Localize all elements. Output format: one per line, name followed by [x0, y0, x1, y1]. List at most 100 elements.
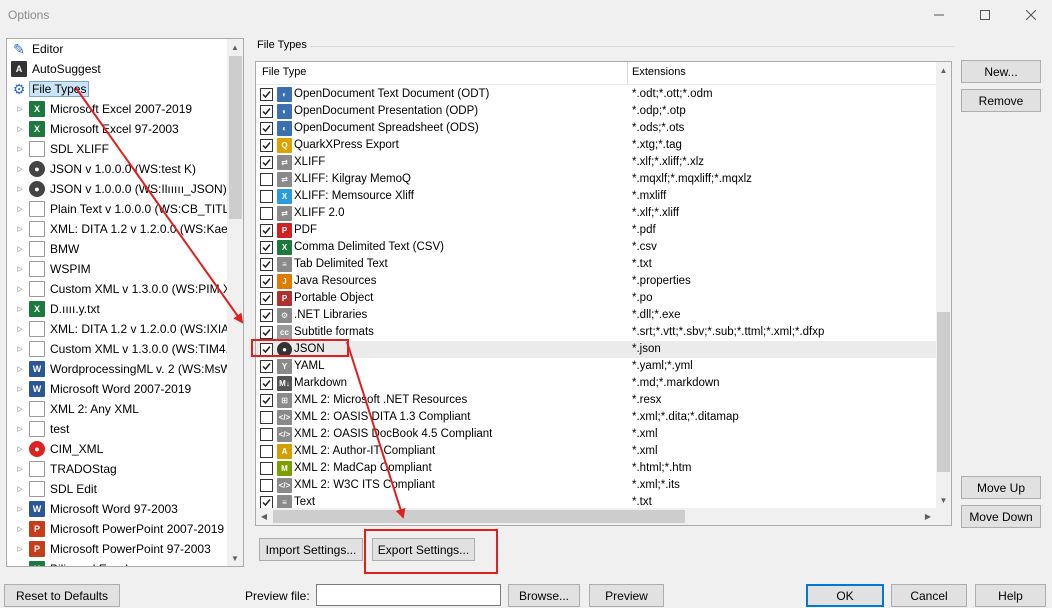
- expand-arrow-icon[interactable]: ▷: [15, 225, 25, 233]
- scroll-left-arrow-icon[interactable]: ◀: [256, 508, 272, 524]
- expand-arrow-icon[interactable]: ▷: [15, 145, 25, 153]
- expand-arrow-icon[interactable]: ▷: [15, 125, 25, 133]
- expand-arrow-icon[interactable]: ▷: [15, 325, 25, 333]
- file-type-checkbox[interactable]: [260, 377, 273, 390]
- expand-arrow-icon[interactable]: ▷: [15, 265, 25, 273]
- tree-item[interactable]: ▷ X Microsoft Excel 2007-2019: [7, 99, 192, 119]
- file-type-checkbox[interactable]: [260, 479, 273, 492]
- tree-item[interactable]: ▷ X D.ıııı.y.txt: [7, 299, 100, 319]
- tree-item[interactable]: ▷ X Microsoft Excel 97-2003: [7, 119, 179, 139]
- file-type-checkbox[interactable]: [260, 309, 273, 322]
- import-settings-button[interactable]: Import Settings...: [259, 538, 363, 561]
- tree-item[interactable]: ▷ P Microsoft PowerPoint 97-2003: [7, 539, 211, 559]
- cancel-button[interactable]: Cancel: [891, 584, 967, 607]
- move-down-button[interactable]: Move Down: [961, 505, 1041, 528]
- file-type-row[interactable]: ⊞ XML 2: Microsoft .NET Resources *.resx: [256, 392, 936, 409]
- tree-item[interactable]: ▷ ● JSON v 1.0.0.0 (WS:Ilııııı_JSON): [7, 179, 227, 199]
- file-type-row[interactable]: M XML 2: MadCap Compliant *.html;*.htm: [256, 460, 936, 477]
- tree-item[interactable]: ▷ W Microsoft Word 2007-2019: [7, 379, 191, 399]
- file-type-checkbox[interactable]: [260, 241, 273, 254]
- expand-arrow-icon[interactable]: ▷: [15, 165, 25, 173]
- file-type-checkbox[interactable]: [260, 428, 273, 441]
- move-up-button[interactable]: Move Up: [961, 476, 1041, 499]
- scroll-up-arrow-icon[interactable]: ▲: [936, 62, 951, 78]
- tree-item[interactable]: ▷ ● JSON v 1.0.0.0 (WS:test K): [7, 159, 196, 179]
- minimize-button[interactable]: [916, 0, 962, 30]
- close-button[interactable]: [1008, 0, 1052, 30]
- file-type-checkbox[interactable]: [260, 292, 273, 305]
- file-type-row[interactable]: ⇄ XLIFF: Kilgray MemoQ *.mqxlf;*.mqxliff;*…: [256, 171, 936, 188]
- tree-item[interactable]: ▷ WSPIM: [7, 259, 91, 279]
- file-type-checkbox[interactable]: [260, 462, 273, 475]
- tree-item[interactable]: ▷ P Microsoft PowerPoint 2007-2019: [7, 519, 224, 539]
- expand-arrow-icon[interactable]: ▷: [15, 405, 25, 413]
- expand-arrow-icon[interactable]: ▷: [15, 565, 25, 566]
- file-type-checkbox[interactable]: [260, 190, 273, 203]
- file-type-row[interactable]: X Comma Delimited Text (CSV) *.csv: [256, 239, 936, 256]
- browse-button[interactable]: Browse...: [508, 584, 580, 607]
- file-type-checkbox[interactable]: [260, 411, 273, 424]
- file-type-row[interactable]: ⚙ .NET Libraries *.dll;*.exe: [256, 307, 936, 324]
- tree-item[interactable]: ▷ TRADOStag: [7, 459, 117, 479]
- tree-item[interactable]: ▷ Custom XML v 1.3.0.0 (WS:TIM4.1): [7, 339, 240, 359]
- expand-arrow-icon[interactable]: ▷: [15, 185, 25, 193]
- expand-arrow-icon[interactable]: ▷: [15, 445, 25, 453]
- file-type-row[interactable]: P PDF *.pdf: [256, 222, 936, 239]
- expand-arrow-icon[interactable]: ▷: [15, 365, 25, 373]
- file-type-checkbox[interactable]: [260, 207, 273, 220]
- file-type-checkbox[interactable]: [260, 224, 273, 237]
- tree-item[interactable]: ⚙ File Types: [7, 79, 90, 99]
- file-type-row[interactable]: </> XML 2: OASIS DITA 1.3 Compliant *.xml;…: [256, 409, 936, 426]
- file-type-row[interactable]: Y YAML *.yaml;*.yml: [256, 358, 936, 375]
- file-type-row[interactable]: X XLIFF: Memsource Xliff *.mxliff: [256, 188, 936, 205]
- preview-file-input[interactable]: [316, 584, 501, 606]
- expand-arrow-icon[interactable]: ▷: [15, 245, 25, 253]
- expand-arrow-icon[interactable]: ▷: [15, 465, 25, 473]
- file-type-checkbox[interactable]: [260, 173, 273, 186]
- file-type-checkbox[interactable]: [260, 139, 273, 152]
- tree-item[interactable]: ▷ SDL XLIFF: [7, 139, 109, 159]
- file-type-checkbox[interactable]: [260, 445, 273, 458]
- file-type-row[interactable]: M↓ Markdown *.md;*.markdown: [256, 375, 936, 392]
- tree-scrollbar[interactable]: ▲ ▼: [227, 39, 243, 566]
- file-type-checkbox[interactable]: [260, 105, 273, 118]
- grid-vertical-scrollbar[interactable]: ▲ ▼: [936, 62, 951, 508]
- help-button[interactable]: Help: [975, 584, 1046, 607]
- column-separator[interactable]: [627, 62, 628, 84]
- file-type-row[interactable]: ◐ OpenDocument Spreadsheet (ODS) *.ods;*.o…: [256, 120, 936, 137]
- expand-arrow-icon[interactable]: ▷: [15, 485, 25, 493]
- tree-item[interactable]: ▷ test: [7, 419, 69, 439]
- tree-item[interactable]: ▷ W Microsoft Word 97-2003: [7, 499, 178, 519]
- grid-horizontal-scrollbar[interactable]: ◀ ▶: [256, 508, 936, 525]
- file-type-checkbox[interactable]: [260, 275, 273, 288]
- file-type-checkbox[interactable]: [260, 156, 273, 169]
- file-type-row[interactable]: </> XML 2: W3C ITS Compliant *.xml;*.its: [256, 477, 936, 494]
- tree-scroll-thumb[interactable]: [229, 56, 242, 219]
- expand-arrow-icon[interactable]: ▷: [15, 385, 25, 393]
- file-type-row[interactable]: ≡ Tab Delimited Text *.txt: [256, 256, 936, 273]
- remove-button[interactable]: Remove: [961, 89, 1041, 112]
- file-type-checkbox[interactable]: [260, 258, 273, 271]
- tree-item[interactable]: ▷ SDL Edit: [7, 479, 97, 499]
- scroll-down-arrow-icon[interactable]: ▼: [227, 550, 243, 566]
- reset-to-defaults-button[interactable]: Reset to Defaults: [4, 584, 120, 607]
- tree-item[interactable]: ▷ ● CIM_XML: [7, 439, 103, 459]
- file-type-checkbox[interactable]: [260, 360, 273, 373]
- column-header-extensions[interactable]: Extensions: [632, 66, 686, 78]
- file-type-checkbox[interactable]: [260, 122, 273, 135]
- tree-item[interactable]: ▷ XML: DITA 1.2 v 1.2.0.0 (WS:IXIASO: [7, 319, 243, 339]
- tree-item[interactable]: ✎ Editor: [7, 39, 63, 59]
- grid-hscroll-thumb[interactable]: [273, 510, 685, 523]
- file-types-grid[interactable]: File Type Extensions ◐ OpenDocument Text …: [255, 61, 952, 526]
- scroll-down-arrow-icon[interactable]: ▼: [936, 492, 951, 508]
- tree-item[interactable]: ▷ Custom XML v 1.3.0.0 (WS:PIM XLI: [7, 279, 241, 299]
- file-type-row[interactable]: P Portable Object *.po: [256, 290, 936, 307]
- expand-arrow-icon[interactable]: ▷: [15, 305, 25, 313]
- ok-button[interactable]: OK: [806, 584, 884, 607]
- expand-arrow-icon[interactable]: ▷: [15, 505, 25, 513]
- tree-item[interactable]: ▷ XML: DITA 1.2 v 1.2.0.0 (WS:Kaeser: [7, 219, 243, 239]
- expand-arrow-icon[interactable]: ▷: [15, 285, 25, 293]
- maximize-button[interactable]: [962, 0, 1008, 30]
- file-type-checkbox[interactable]: [260, 88, 273, 101]
- tree-item[interactable]: ▷ Plain Text v 1.0.0.0 (WS:CB_TITLE_T: [7, 199, 243, 219]
